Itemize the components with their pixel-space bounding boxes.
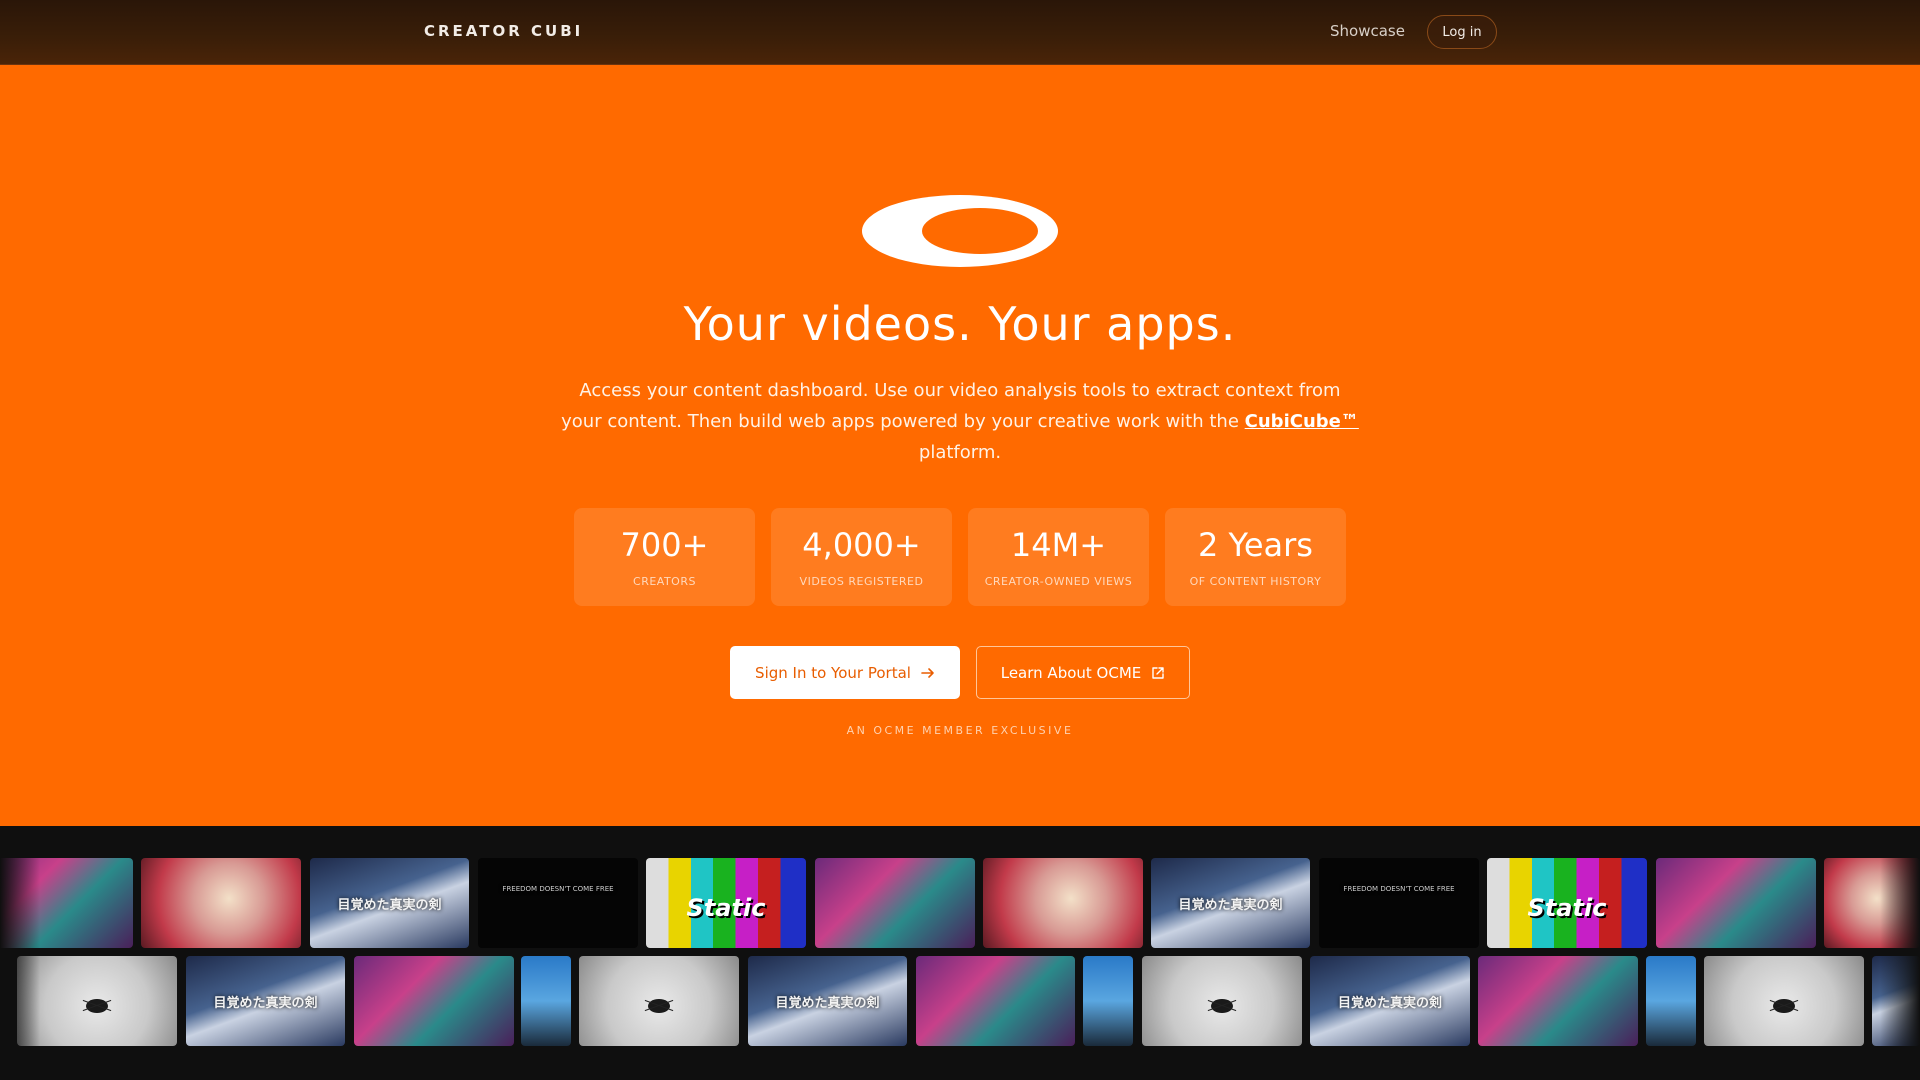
learn-about-ocme-label: Learn About OCME (1000, 663, 1142, 682)
thumbnail-caption: Static (1527, 894, 1607, 922)
thumbnail-caption: 目覚めた真実の剣 (213, 996, 318, 1011)
sign-in-portal-label: Sign In to Your Portal (755, 663, 911, 682)
top-nav-bar: CREATOR CUBI Showcase Log in (0, 0, 1920, 65)
video-thumbnail[interactable] (1646, 956, 1696, 1046)
video-thumbnail[interactable]: 目覚めた真実の剣 (186, 956, 345, 1046)
video-thumbnail[interactable] (1083, 956, 1133, 1046)
thumbnail-caption: FREEDOM DOESN'T COME FREE (1343, 885, 1455, 893)
video-thumbnail[interactable] (521, 956, 571, 1046)
arrow-right-icon (921, 667, 934, 678)
video-thumbnail[interactable] (1656, 858, 1816, 948)
stat-label: VIDEOS REGISTERED (799, 575, 924, 588)
video-thumbnail[interactable]: FREEDOM DOESN'T COME FREE (478, 858, 638, 948)
login-button[interactable]: Log in (1427, 15, 1497, 49)
thumbnail-caption: 目覚めた真実の剣 (337, 898, 442, 913)
strip-fade-right (1880, 826, 1920, 1080)
thumbnail-row-1: 目覚めた真実の剣 FREEDOM DOESN'T COME FREE Stati… (0, 858, 1920, 948)
thumbnail-row-2: 目覚めた真実の剣 目覚めた真実の剣 目覚めた真実の剣 (0, 956, 1920, 1046)
video-thumbnail[interactable] (579, 956, 739, 1046)
video-thumbnail[interactable] (17, 956, 177, 1046)
video-thumbnail[interactable]: Static (1487, 858, 1647, 948)
sign-in-portal-button[interactable]: Sign In to Your Portal (730, 646, 960, 699)
thumbnail-caption: 目覚めた真実の剣 (775, 996, 880, 1011)
video-thumbnail[interactable]: 目覚めた真実の剣 (1310, 956, 1470, 1046)
thumbnail-caption: 目覚めた真実の剣 (1178, 898, 1283, 913)
video-thumbnail[interactable] (815, 858, 975, 948)
stat-value: 2 Years (1198, 526, 1313, 564)
thumbnail-caption: 目覚めた真実の剣 (1337, 996, 1442, 1011)
stat-card-creators: 700+ CREATORS (574, 508, 755, 606)
fly-icon (648, 999, 670, 1014)
fly-icon (1773, 999, 1795, 1014)
stat-card-history: 2 Years OF CONTENT HISTORY (1165, 508, 1346, 606)
hero-description-text: Access your content dashboard. Use our v… (561, 380, 1341, 432)
stat-value: 700+ (620, 526, 709, 564)
video-thumbnail[interactable]: 目覚めた真実の剣 (748, 956, 907, 1046)
external-link-icon (1152, 666, 1164, 679)
video-thumbnail[interactable] (983, 858, 1143, 948)
hero-description-end: platform. (918, 442, 1002, 463)
member-exclusive-note: AN OCME MEMBER EXCLUSIVE (846, 724, 1074, 737)
learn-about-ocme-button[interactable]: Learn About OCME (976, 646, 1190, 699)
video-thumbnail[interactable]: 目覚めた真実の剣 (1151, 858, 1310, 948)
video-thumbnail[interactable]: Static (646, 858, 806, 948)
video-thumbnail[interactable] (354, 956, 514, 1046)
stat-label: OF CONTENT HISTORY (1189, 575, 1322, 588)
thumbnail-caption: FREEDOM DOESN'T COME FREE (502, 885, 614, 893)
video-thumbnail[interactable] (1142, 956, 1302, 1046)
hero-section: Your videos. Your apps. Access your cont… (0, 65, 1920, 826)
stat-label: CREATORS (633, 575, 696, 588)
fly-icon (86, 999, 108, 1014)
stat-card-views: 14M+ CREATOR-OWNED VIEWS (968, 508, 1149, 606)
hero-description: Access your content dashboard. Use our v… (560, 375, 1360, 468)
video-thumbnail[interactable] (141, 858, 301, 948)
nav-link-showcase[interactable]: Showcase (1330, 22, 1405, 40)
fly-icon (1211, 999, 1233, 1014)
brand-logo-text[interactable]: CREATOR CUBI (424, 22, 583, 40)
strip-fade-left (0, 826, 40, 1080)
video-thumbnail-strip: 目覚めた真実の剣 FREEDOM DOESN'T COME FREE Stati… (0, 826, 1920, 1080)
cubicube-link[interactable]: CubiCube™ (1245, 411, 1359, 432)
video-thumbnail[interactable]: 目覚めた真実の剣 (310, 858, 469, 948)
hero-title: Your videos. Your apps. (683, 297, 1237, 351)
video-thumbnail[interactable] (1478, 956, 1638, 1046)
video-thumbnail[interactable] (916, 956, 1075, 1046)
ring-logo-icon (862, 195, 1058, 267)
stat-value: 14M+ (1010, 526, 1107, 564)
thumbnail-caption: Static (686, 894, 766, 922)
stat-value: 4,000+ (802, 526, 921, 564)
video-thumbnail[interactable]: FREEDOM DOESN'T COME FREE (1319, 858, 1479, 948)
stat-label: CREATOR-OWNED VIEWS (984, 575, 1133, 588)
video-thumbnail[interactable] (1704, 956, 1864, 1046)
stat-card-videos: 4,000+ VIDEOS REGISTERED (771, 508, 952, 606)
